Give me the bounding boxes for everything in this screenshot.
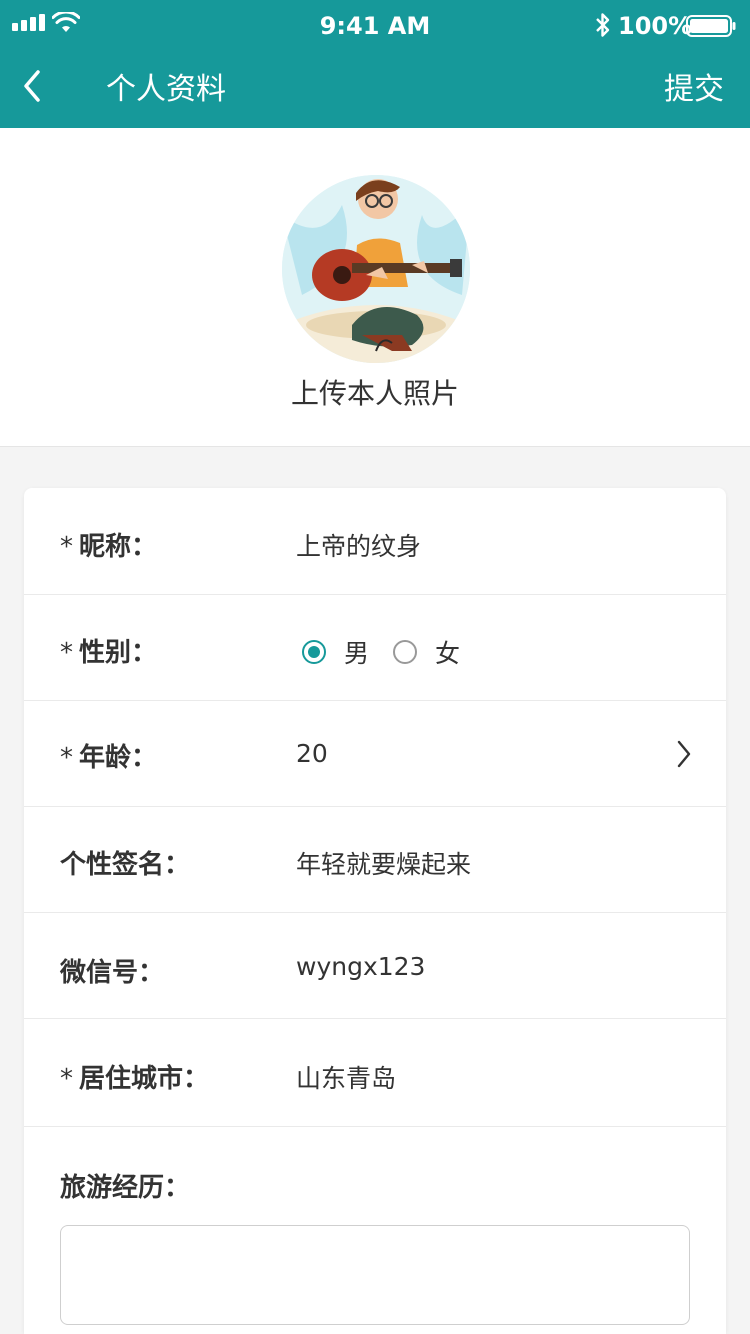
travel-label: 旅游经历： (60, 1173, 191, 1203)
profile-form: * 昵称： 上帝的纹身 * 性别： 男 女 * 年龄： 20 个性签名： 年轻就要燥起… (24, 488, 726, 1334)
profile-photo-section: 上传本人照片 (0, 128, 750, 447)
gender-label: * 性别： (60, 638, 158, 668)
avatar-illustration (282, 175, 470, 363)
top-bar: 9:41 AM 100% 个人资料 提交 (0, 0, 750, 128)
travel-textarea[interactable] (60, 1225, 690, 1325)
radio-female-label[interactable]: 女 (435, 634, 460, 670)
row-nickname[interactable]: * 昵称： 上帝的纹身 (24, 488, 726, 595)
city-label: * 居住城市： (60, 1064, 210, 1094)
radio-male-label[interactable]: 男 (344, 634, 369, 670)
row-wechat[interactable]: 微信号： wyngx123 (24, 912, 726, 1019)
status-bar: 9:41 AM 100% (0, 0, 750, 52)
avatar[interactable] (282, 175, 470, 363)
submit-button[interactable]: 提交 (664, 64, 724, 108)
nav-bar: 个人资料 提交 (0, 52, 750, 128)
row-city[interactable]: * 居住城市： 山东青岛 (24, 1018, 726, 1127)
required-mark: * (60, 743, 73, 773)
battery-percent: 100% (618, 12, 693, 40)
signature-input[interactable]: 年轻就要燥起来 (296, 845, 471, 881)
signature-label: 个性签名： (60, 850, 191, 880)
bluetooth-icon (596, 13, 610, 37)
row-signature[interactable]: 个性签名： 年轻就要燥起来 (24, 806, 726, 913)
wechat-input[interactable]: wyngx123 (296, 952, 425, 981)
city-input[interactable]: 山东青岛 (296, 1059, 396, 1095)
chevron-right-icon[interactable] (676, 740, 692, 768)
age-value[interactable]: 20 (296, 739, 328, 768)
required-mark: * (60, 532, 73, 562)
battery-icon (686, 15, 736, 37)
page-title: 个人资料 (106, 72, 226, 107)
wechat-label: 微信号： (60, 958, 165, 988)
radio-female[interactable] (393, 640, 418, 664)
required-mark: * (60, 638, 73, 668)
required-mark: * (60, 1064, 73, 1094)
nickname-label: * 昵称： (60, 532, 158, 562)
back-chevron-icon[interactable] (18, 66, 48, 106)
row-age[interactable]: * 年龄： 20 (24, 700, 726, 807)
age-label: * 年龄： (60, 743, 158, 773)
nickname-input[interactable]: 上帝的纹身 (296, 527, 421, 563)
gender-radio-group: 男 女 (302, 634, 484, 670)
row-gender: * 性别： 男 女 (24, 594, 726, 701)
upload-photo-label[interactable]: 上传本人照片 (0, 372, 750, 412)
radio-male[interactable] (302, 640, 326, 664)
